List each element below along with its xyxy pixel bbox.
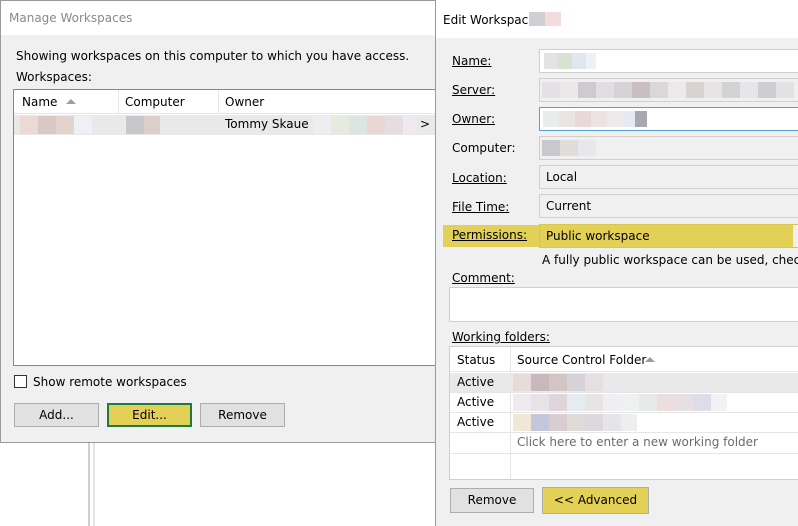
advanced-toggle-button[interactable]: << Advanced <box>542 487 649 514</box>
working-folders-grid[interactable]: Status Source Control Folder Active Acti… <box>449 346 798 480</box>
show-remote-checkbox[interactable] <box>14 375 27 388</box>
background-divider <box>93 440 95 526</box>
location-label: Location: <box>452 171 507 185</box>
owner-field[interactable] <box>539 107 798 131</box>
comment-label: Comment: <box>452 271 515 285</box>
working-folders-label: Working folders: <box>452 330 550 344</box>
location-select[interactable]: Local <box>539 165 798 189</box>
new-working-folder-row[interactable]: Click here to enter a new working folder <box>517 435 758 449</box>
computer-field <box>539 136 798 160</box>
column-header-owner[interactable]: Owner <box>225 95 264 109</box>
permissions-select[interactable]: Public workspace <box>539 224 798 248</box>
name-field[interactable] <box>539 49 798 73</box>
location-value: Local <box>546 170 578 184</box>
add-button[interactable]: Add... <box>14 403 99 427</box>
sort-ascending-icon <box>66 99 76 104</box>
server-field <box>539 78 798 102</box>
computer-label: Computer: <box>452 141 516 155</box>
file-time-value: Current <box>546 199 592 213</box>
comment-field[interactable] <box>449 287 798 322</box>
row-divider <box>450 432 798 433</box>
title-bar: Manage Workspaces <box>1 1 439 35</box>
manage-workspaces-dialog: Manage Workspaces Showing workspaces on … <box>0 0 440 443</box>
server-label: Server: <box>452 83 496 97</box>
show-remote-label[interactable]: Show remote workspaces <box>33 375 187 389</box>
remove-button[interactable]: Remove <box>200 403 285 427</box>
table-row[interactable]: Active <box>450 373 798 392</box>
table-row[interactable]: Active <box>450 413 798 432</box>
sort-ascending-icon <box>645 357 655 362</box>
workspaces-label: Workspaces: <box>16 70 92 84</box>
permissions-label: Permissions: <box>452 228 528 242</box>
file-time-label: File Time: <box>452 200 510 214</box>
column-header-source-folder[interactable]: Source Control Folder <box>517 353 646 367</box>
table-row[interactable]: Active <box>450 393 798 412</box>
workspaces-list[interactable]: Name Computer Owner Tommy Skaue < > <box>13 89 437 366</box>
status-cell: Active <box>457 375 495 389</box>
owner-cell: Tommy Skaue < <box>225 117 323 131</box>
list-header: Name Computer Owner <box>14 90 436 114</box>
column-header-status[interactable]: Status <box>457 353 495 367</box>
dialog-title: Manage Workspaces <box>9 11 133 25</box>
background-divider <box>88 440 90 526</box>
owner-label: Owner: <box>452 112 496 126</box>
edit-button[interactable]: Edit... <box>107 403 192 427</box>
column-divider[interactable] <box>218 90 219 114</box>
grid-header: Status Source Control Folder <box>450 347 798 372</box>
title-bar: Edit Workspace <box>436 0 798 38</box>
permissions-help-text: A fully public workspace can be used, ch… <box>542 253 798 267</box>
column-header-name[interactable]: Name <box>22 95 57 109</box>
column-header-computer[interactable]: Computer <box>125 95 185 109</box>
column-divider[interactable] <box>118 90 119 114</box>
file-time-select[interactable]: Current <box>539 194 798 218</box>
description-text: Showing workspaces on this computer to w… <box>16 49 410 63</box>
remove-working-folder-button[interactable]: Remove <box>450 488 534 513</box>
status-cell: Active <box>457 415 495 429</box>
table-row[interactable]: Tommy Skaue < > <box>14 115 436 135</box>
name-label: Name: <box>452 54 492 68</box>
status-cell: Active <box>457 395 495 409</box>
row-divider <box>450 453 798 454</box>
owner-cell-suffix: > <box>420 117 431 131</box>
permissions-value: Public workspace <box>546 229 650 243</box>
dialog-title: Edit Workspace <box>443 13 536 27</box>
edit-workspace-dialog: Edit Workspace Name: Server: Owner: Comp… <box>435 0 798 526</box>
